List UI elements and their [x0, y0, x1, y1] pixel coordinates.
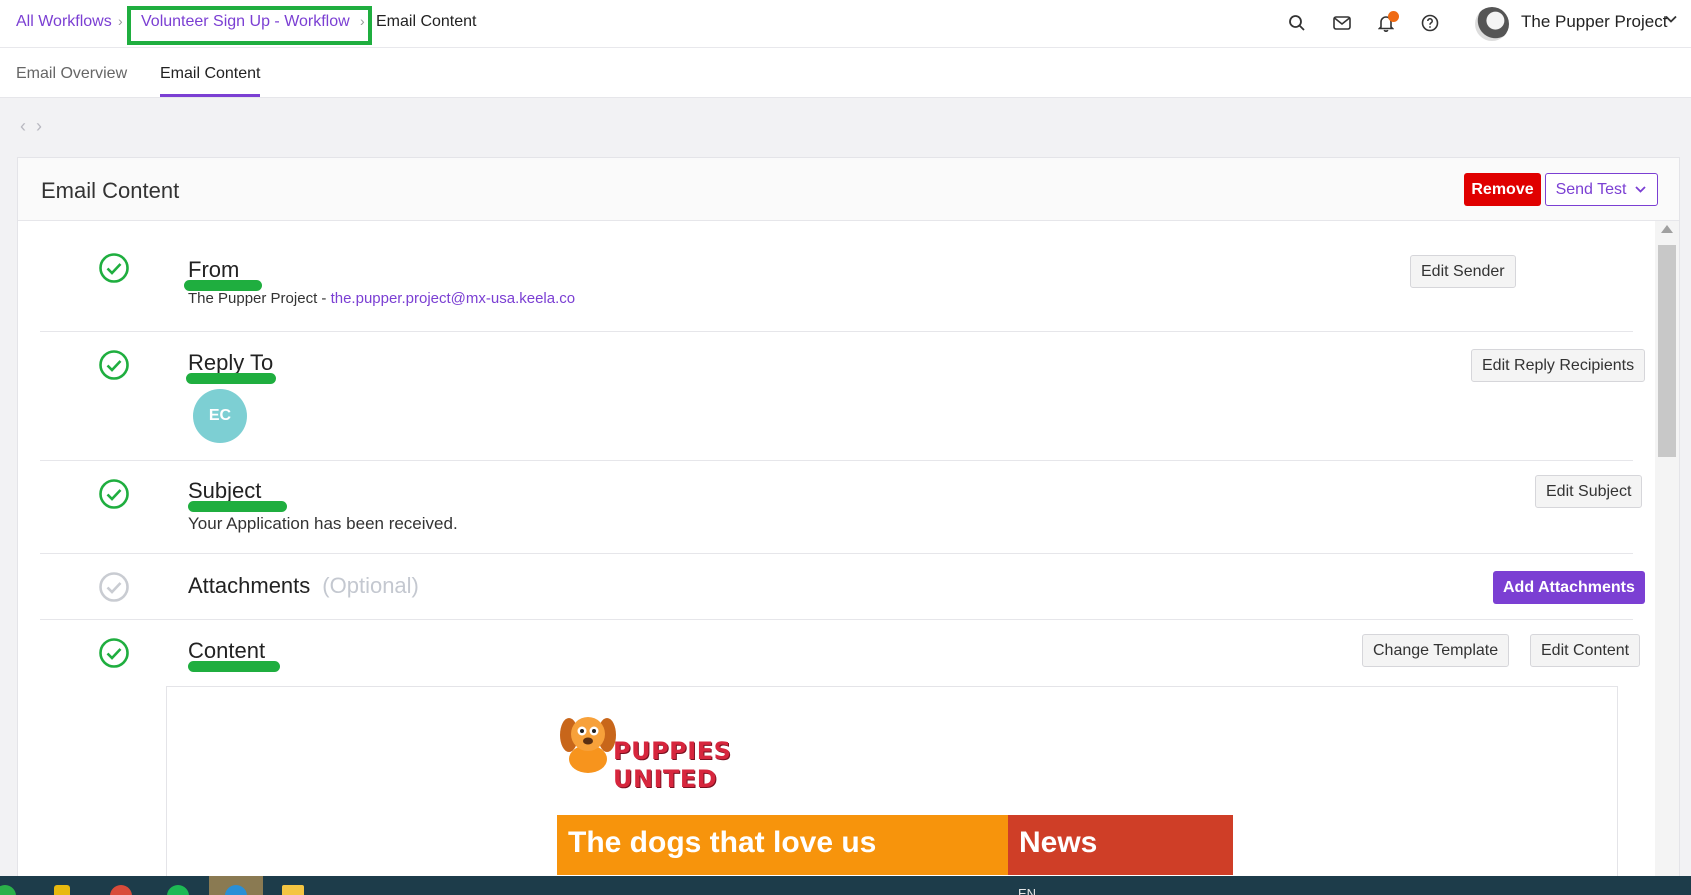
chevron-left-icon[interactable]: ‹	[20, 116, 26, 136]
section-title-attachments: Attachments (Optional)	[188, 573, 419, 599]
chrome-icon[interactable]	[110, 885, 132, 895]
breadcrumb-separator: ›	[118, 13, 123, 29]
sender-name: The Pupper Project -	[188, 290, 331, 307]
change-template-button[interactable]: Change Template	[1362, 634, 1510, 667]
edit-sender-button[interactable]: Edit Sender	[1410, 255, 1516, 288]
subject-value: Your Application has been received.	[188, 514, 458, 533]
top-bar: All Workflows › Volunteer Sign Up - Work…	[0, 0, 1691, 48]
scrollbar[interactable]	[1655, 221, 1679, 895]
banner-right-text: News	[1019, 826, 1098, 859]
check-circle-icon	[99, 350, 129, 380]
section-subject: Subject Your Application has been receiv…	[40, 461, 1643, 554]
sender-line: The Pupper Project - the.pupper.project@…	[188, 290, 575, 307]
tab-bar: Email Overview Email Content	[0, 48, 1691, 98]
send-test-button[interactable]: Send Test	[1545, 173, 1658, 206]
recipient-avatar[interactable]: EC	[193, 389, 247, 443]
help-icon[interactable]	[1419, 12, 1441, 34]
tab-email-content[interactable]: Email Content	[160, 65, 261, 83]
banner-right: News	[1008, 815, 1233, 875]
history-nav: ‹ ›	[20, 116, 52, 137]
check-circle-icon	[99, 479, 129, 509]
tab-email-overview[interactable]: Email Overview	[16, 65, 127, 83]
card-title: Email Content	[41, 178, 180, 203]
sender-email-link[interactable]: the.pupper.project@mx-usa.keela.co	[331, 290, 576, 307]
section-attachments: Attachments (Optional) Add Attachments	[40, 554, 1645, 620]
banner-left: The dogs that love us	[557, 815, 1008, 875]
folder-icon[interactable]	[282, 885, 304, 895]
app-icon[interactable]	[0, 885, 16, 895]
edit-content-button[interactable]: Edit Content	[1530, 634, 1641, 667]
chevron-down-icon	[1635, 186, 1647, 193]
check-circle-outline-icon	[99, 572, 129, 602]
check-circle-icon	[99, 253, 129, 283]
check-circle-icon	[99, 638, 129, 668]
active-tab-indicator	[160, 94, 260, 97]
notification-dot	[1388, 11, 1399, 22]
section-reply-to: Reply To EC Edit Reply Recipients	[40, 332, 1646, 461]
remove-button[interactable]: Remove	[1464, 173, 1541, 206]
banner-left-text: The dogs that love us	[568, 826, 877, 859]
avatar[interactable]	[1475, 7, 1509, 41]
edit-reply-recipients-button[interactable]: Edit Reply Recipients	[1471, 349, 1646, 382]
os-taskbar: EN	[0, 876, 1691, 895]
dog-mascot-icon	[560, 717, 616, 773]
email-content-card: Email Content Remove Send Test From The …	[17, 157, 1680, 895]
spotify-icon[interactable]	[167, 885, 189, 895]
logo-text: PUPPIES UNITED	[613, 737, 732, 793]
chevron-right-icon[interactable]: ›	[36, 116, 42, 136]
breadcrumb-separator: ›	[360, 13, 365, 29]
email-preview: PUPPIES UNITED The dogs that love us New…	[166, 686, 1618, 895]
highlight-underline	[188, 501, 287, 512]
edit-subject-button[interactable]: Edit Subject	[1535, 475, 1643, 508]
org-name[interactable]: The Pupper Project	[1521, 12, 1667, 32]
section-from: From The Pupper Project - the.pupper.pro…	[40, 221, 1633, 332]
mail-icon[interactable]	[1331, 12, 1353, 34]
search-icon[interactable]	[1286, 12, 1308, 34]
breadcrumb-current: Email Content	[376, 13, 477, 30]
highlight-underline	[186, 373, 276, 384]
add-attachments-button[interactable]: Add Attachments	[1493, 571, 1645, 604]
puppies-united-logo: PUPPIES UNITED	[557, 709, 827, 793]
highlight-underline	[188, 661, 280, 672]
scroll-up-arrow[interactable]	[1661, 225, 1673, 233]
app-icon[interactable]	[54, 885, 70, 895]
language-indicator[interactable]: EN	[1018, 886, 1036, 895]
breadcrumb-all-workflows[interactable]: All Workflows	[16, 13, 112, 31]
card-header: Email Content Remove Send Test	[18, 158, 1679, 221]
scroll-thumb[interactable]	[1658, 245, 1676, 457]
chevron-down-icon[interactable]	[1664, 12, 1678, 31]
optional-label: (Optional)	[322, 573, 419, 598]
attachments-label: Attachments	[188, 573, 311, 598]
send-test-label: Send Test	[1555, 180, 1627, 198]
breadcrumb-workflow[interactable]: Volunteer Sign Up - Workflow	[141, 13, 350, 31]
